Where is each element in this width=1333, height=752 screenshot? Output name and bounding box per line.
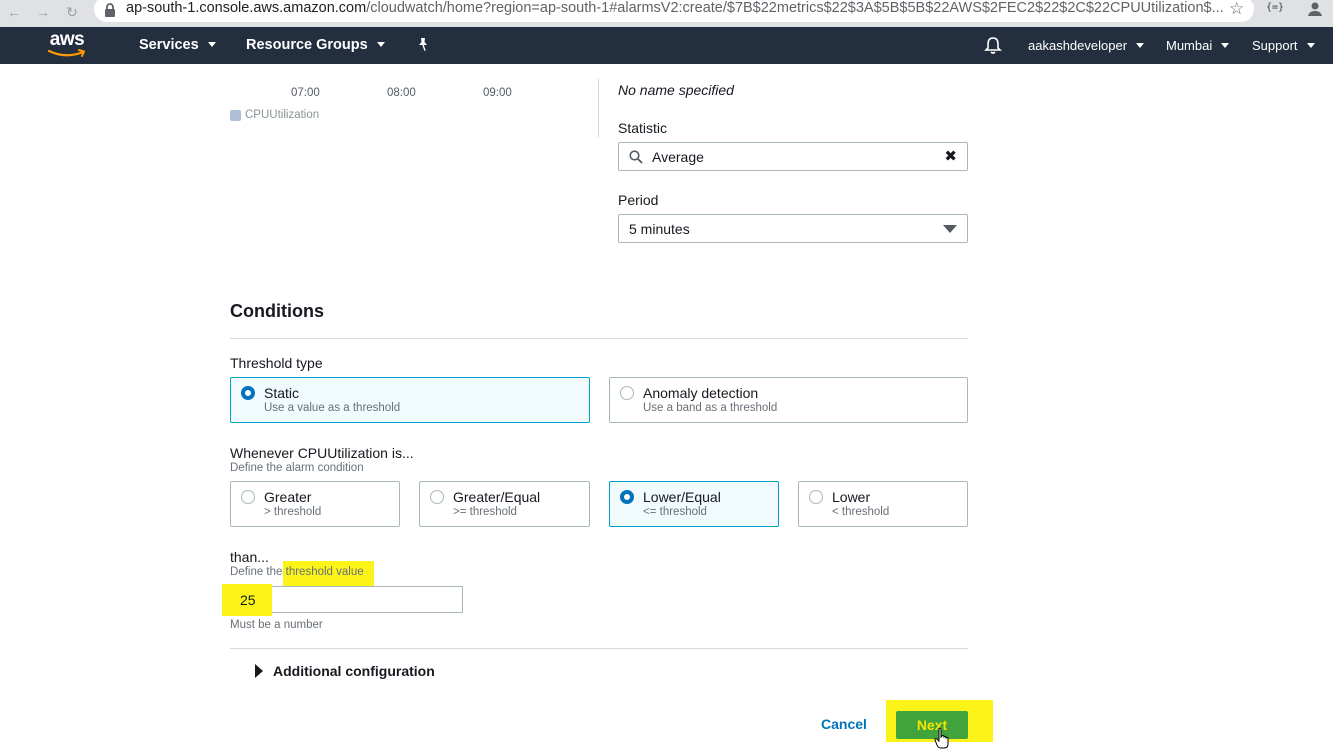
pin-icon[interactable]: [415, 37, 431, 53]
aws-console-header: aws Services Resource Groups aakashdevel…: [0, 27, 1333, 64]
threshold-help-text: Must be a number: [230, 619, 323, 631]
legend-label: CPUUtilization: [245, 109, 320, 121]
x-axis-tick: 07:00: [291, 87, 320, 99]
chevron-down-icon: [1221, 43, 1230, 49]
profile-icon[interactable]: [1306, 1, 1324, 17]
period-value: 5 minutes: [629, 221, 690, 237]
threshold-value-hint: threshold value: [285, 566, 364, 578]
threshold-type-anomaly-option[interactable]: Anomaly detection Use a band as a thresh…: [609, 377, 968, 423]
chevron-down-icon: [376, 41, 385, 47]
bell-icon[interactable]: [984, 36, 1002, 55]
option-description: <= threshold: [643, 506, 707, 518]
star-icon[interactable]: ☆: [1229, 0, 1244, 17]
additional-configuration-toggle[interactable]: Additional configuration: [273, 663, 435, 679]
x-axis-tick: 08:00: [387, 87, 416, 99]
option-description: Use a band as a threshold: [643, 402, 778, 414]
statistic-value: Average: [652, 149, 704, 165]
option-title: Greater: [264, 489, 312, 505]
chevron-down-icon: [207, 41, 216, 47]
than-hint: Define the threshold value: [230, 566, 364, 578]
reload-icon[interactable]: ↻: [62, 2, 82, 22]
option-title: Greater/Equal: [453, 489, 541, 505]
radio-unselected[interactable]: [241, 490, 255, 504]
x-axis-tick: 09:00: [483, 87, 512, 99]
whenever-label: Whenever CPUUtilization is...: [230, 445, 414, 461]
statistic-search-input[interactable]: Average ✖: [618, 142, 968, 171]
caret-down-icon: [943, 225, 957, 233]
radio-unselected[interactable]: [809, 490, 823, 504]
back-icon[interactable]: ←: [4, 2, 24, 22]
operator-greater-equal-option[interactable]: Greater/Equal >= threshold: [419, 481, 590, 527]
chevron-down-icon: [1306, 43, 1315, 49]
option-description: >= threshold: [453, 506, 517, 518]
option-title: Lower/Equal: [643, 489, 721, 505]
option-title: Static: [264, 385, 300, 401]
section-divider: [230, 648, 968, 649]
threshold-value[interactable]: 25: [240, 592, 256, 608]
statistic-label: Statistic: [618, 120, 668, 136]
operator-greater-option[interactable]: Greater > threshold: [230, 481, 400, 527]
legend-swatch: [230, 110, 241, 121]
cancel-button[interactable]: Cancel: [821, 716, 867, 732]
next-button[interactable]: Next: [896, 711, 968, 739]
caret-right-icon[interactable]: [255, 664, 263, 678]
section-divider: [230, 338, 968, 339]
chevron-down-icon: [1136, 43, 1145, 49]
panel-divider: [598, 79, 599, 137]
hand-cursor-icon: [934, 727, 949, 749]
whenever-hint: Define the alarm condition: [230, 462, 364, 474]
option-title: Anomaly detection: [643, 385, 759, 401]
radio-selected[interactable]: [620, 490, 634, 504]
threshold-type-static-option[interactable]: Static Use a value as a threshold: [230, 377, 590, 423]
period-label: Period: [618, 192, 659, 208]
forward-icon[interactable]: →: [33, 2, 53, 22]
aws-logo[interactable]: aws: [46, 29, 88, 61]
browser-toolbar: ← → ↻ ap-south-1.console.aws.amazon.com/…: [0, 0, 1333, 27]
option-description: > threshold: [264, 506, 322, 518]
operator-lower-equal-option[interactable]: Lower/Equal <= threshold: [609, 481, 779, 527]
radio-selected[interactable]: [241, 386, 255, 400]
radio-unselected[interactable]: [620, 386, 634, 400]
account-menu[interactable]: aakashdeveloper: [1028, 27, 1145, 64]
metric-name-text: No name specified: [618, 82, 734, 98]
services-menu[interactable]: Services: [139, 27, 216, 64]
search-icon: [629, 150, 643, 164]
radio-unselected[interactable]: [430, 490, 444, 504]
threshold-type-label: Threshold type: [230, 355, 323, 371]
region-menu[interactable]: Mumbai: [1166, 27, 1230, 64]
extension-icon[interactable]: {=}: [1266, 2, 1284, 13]
url-text[interactable]: ap-south-1.console.aws.amazon.com/cloudw…: [126, 0, 1224, 17]
option-description: Use a value as a threshold: [264, 402, 401, 414]
option-description: < threshold: [832, 506, 890, 518]
resource-groups-menu[interactable]: Resource Groups: [246, 27, 385, 64]
support-menu[interactable]: Support: [1252, 27, 1315, 64]
lock-icon: [105, 3, 115, 17]
operator-lower-option[interactable]: Lower < threshold: [798, 481, 968, 527]
option-title: Lower: [832, 489, 871, 505]
than-label: than...: [230, 549, 269, 565]
period-select[interactable]: 5 minutes: [618, 214, 968, 243]
conditions-title: Conditions: [230, 301, 324, 321]
clear-icon[interactable]: ✖: [944, 149, 957, 164]
